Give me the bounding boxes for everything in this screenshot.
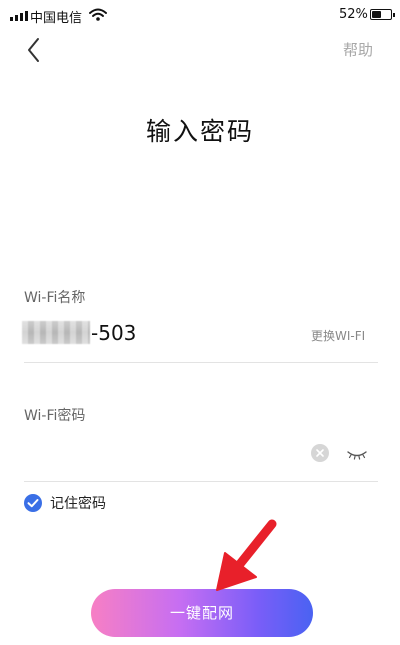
eye-closed-icon [347,451,367,460]
password-visibility-toggle[interactable] [346,446,368,462]
remember-password-label[interactable]: 记住密码 [50,493,106,513]
page-title: 输入密码 [145,117,254,146]
wifi-password-label: Wi-Fi密码 [24,408,86,424]
wifi-password-input[interactable] [24,440,303,468]
wifi-name-label: Wi-Fi名称 [24,290,86,306]
battery-percentage: 52% [339,7,368,22]
carrier-name: 中国电信 [30,11,83,26]
change-wifi-link[interactable]: 更换WI-FI [311,327,365,344]
divider [24,362,378,363]
battery-icon [370,9,395,20]
ssid-blurred-prefix [22,321,90,344]
chevron-left-icon [28,38,39,62]
clear-icon [316,449,324,457]
wifi-icon [89,8,107,21]
signal-icon [10,11,28,21]
wifi-name-value: -503 [91,321,137,345]
red-arrow-annotation [216,519,277,591]
divider [24,481,378,482]
status-bar: 中国电信 52% [0,0,400,30]
back-button[interactable] [20,35,50,65]
checkmark-icon [27,499,39,508]
remember-password-checkbox[interactable] [24,494,42,512]
help-link[interactable]: 帮助 [343,39,373,60]
one-click-connect-button[interactable]: 一键配网 [91,589,313,637]
battery-fill [372,11,381,18]
clear-input-button[interactable] [311,444,329,462]
